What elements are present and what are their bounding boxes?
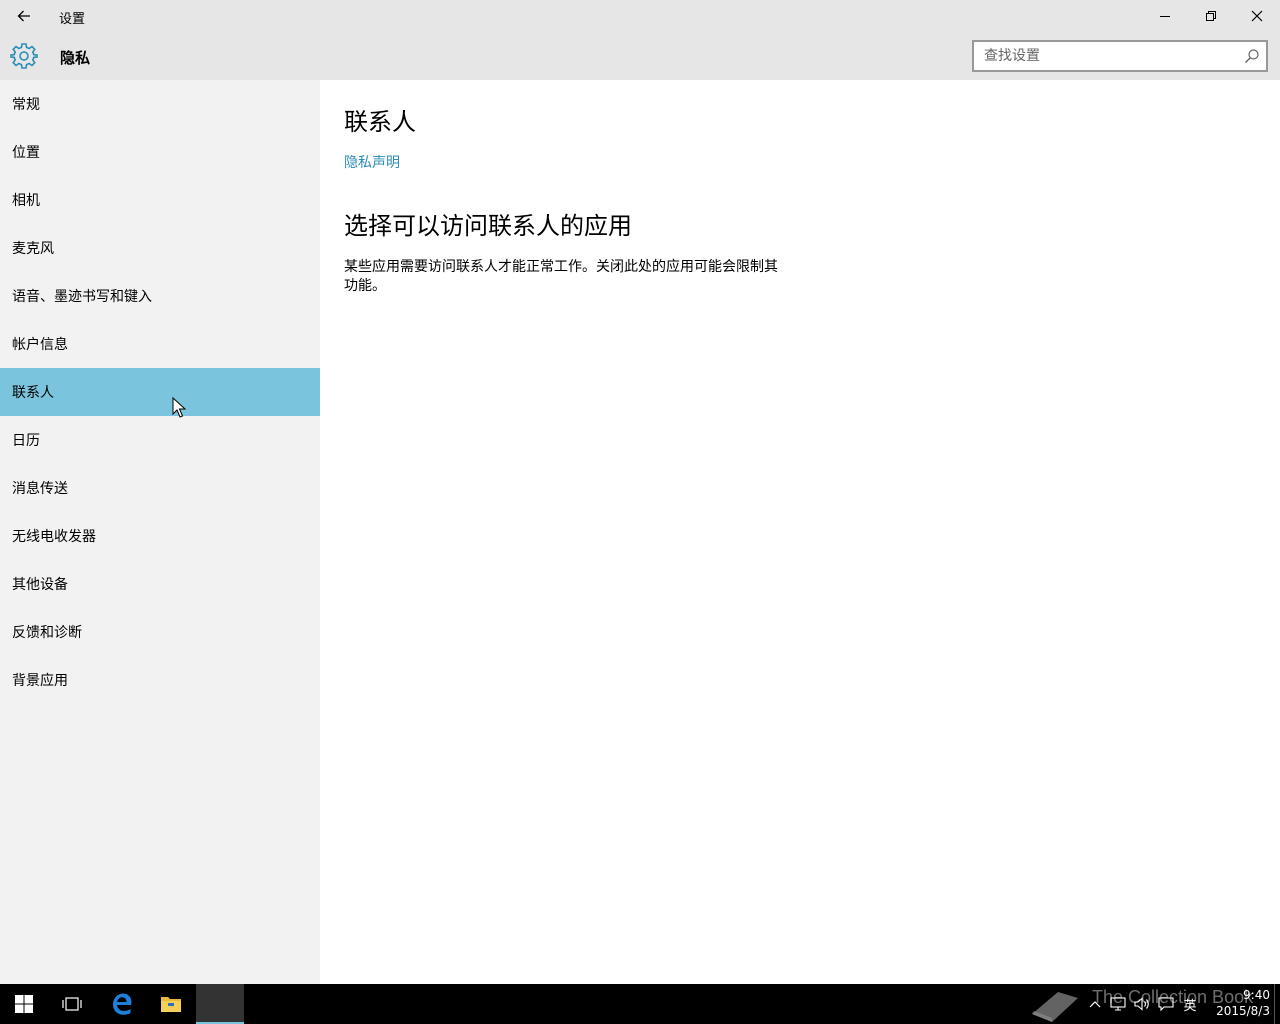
search-box[interactable] <box>972 40 1268 72</box>
sidebar-item-label: 消息传送 <box>12 481 68 497</box>
clock-time: 9:40 <box>1243 988 1270 1002</box>
sidebar-item-messaging[interactable]: 消息传送 <box>0 464 320 512</box>
search-input[interactable] <box>974 42 1234 70</box>
sidebar-item-label: 相机 <box>12 193 40 209</box>
sidebar-item-contacts[interactable]: 联系人 <box>0 368 320 416</box>
section-description: 某些应用需要访问联系人才能正常工作。关闭此处的应用可能会限制其功能。 <box>344 259 778 294</box>
sidebar-item-general[interactable]: 常规 <box>0 80 320 128</box>
sidebar-item-label: 语音、墨迹书写和键入 <box>12 289 152 305</box>
network-button[interactable] <box>1106 984 1130 1024</box>
close-button[interactable] <box>1234 0 1280 32</box>
network-icon <box>1110 997 1126 1011</box>
section-heading: 选择可以访问联系人的应用 <box>344 212 632 240</box>
page-section-title: 隐私 <box>60 49 91 67</box>
file-explorer-taskbar-button[interactable] <box>147 984 195 1024</box>
restore-button[interactable] <box>1188 0 1234 32</box>
settings-header: 隐私 <box>0 32 1280 80</box>
sidebar-item-calendar[interactable]: 日历 <box>0 416 320 464</box>
chevron-up-icon <box>1089 1001 1101 1008</box>
back-button[interactable] <box>0 0 48 32</box>
sidebar-item-radios[interactable]: 无线电收发器 <box>0 512 320 560</box>
page-title: 联系人 <box>344 108 416 136</box>
sidebar-item-speech-inking-typing[interactable]: 语音、墨迹书写和键入 <box>0 272 320 320</box>
search-icon[interactable] <box>1244 48 1260 64</box>
sidebar-item-label: 背景应用 <box>12 673 68 689</box>
sidebar: 常规 位置 相机 麦克风 语音、墨迹书写和键入 帐户信息 联系人 日历 消息传送… <box>0 80 320 984</box>
show-hidden-icons-button[interactable] <box>1086 984 1104 1024</box>
volume-icon <box>1134 997 1149 1011</box>
settings-taskbar-button[interactable] <box>196 984 244 1024</box>
sidebar-item-label: 反馈和诊断 <box>12 625 82 641</box>
privacy-statement-link[interactable]: 隐私声明 <box>344 152 400 172</box>
restore-icon <box>1206 11 1216 21</box>
sidebar-item-label: 麦克风 <box>12 241 54 257</box>
sidebar-item-label: 常规 <box>12 97 40 113</box>
task-view-button[interactable] <box>48 984 96 1024</box>
clock[interactable]: 9:40 2015/8/3 <box>1208 987 1270 1019</box>
title-bar: 设置 <box>0 0 1280 32</box>
sidebar-item-label: 帐户信息 <box>12 337 68 353</box>
task-view-icon <box>62 997 82 1011</box>
input-method-indicator[interactable]: 英 <box>1180 984 1200 1024</box>
sidebar-item-location[interactable]: 位置 <box>0 128 320 176</box>
notification-icon <box>1158 997 1174 1011</box>
sidebar-item-other-devices[interactable]: 其他设备 <box>0 560 320 608</box>
sidebar-item-account-info[interactable]: 帐户信息 <box>0 320 320 368</box>
sidebar-item-label: 位置 <box>12 145 40 161</box>
action-center-button[interactable] <box>1154 984 1178 1024</box>
minimize-button[interactable] <box>1142 0 1188 32</box>
show-desktop-button[interactable] <box>1274 984 1275 1024</box>
clock-date: 2015/8/3 <box>1216 1004 1270 1018</box>
taskbar: The Collection Book 英 9:40 2015/8/3 <box>0 984 1280 1024</box>
start-button[interactable] <box>0 984 48 1024</box>
sidebar-item-camera[interactable]: 相机 <box>0 176 320 224</box>
sidebar-item-feedback-diagnostics[interactable]: 反馈和诊断 <box>0 608 320 656</box>
gear-icon <box>10 43 38 69</box>
volume-button[interactable] <box>1130 984 1154 1024</box>
sidebar-item-label: 联系人 <box>12 385 54 401</box>
sidebar-item-label: 日历 <box>12 433 40 449</box>
sidebar-item-label: 无线电收发器 <box>12 529 96 545</box>
window-title: 设置 <box>59 12 86 27</box>
main-content: 联系人 隐私声明 选择可以访问联系人的应用 某些应用需要访问联系人才能正常工作。… <box>320 80 1280 984</box>
watermark-book-icon <box>1032 992 1078 1022</box>
sidebar-item-background-apps[interactable]: 背景应用 <box>0 656 320 704</box>
start-icon <box>15 995 33 1013</box>
close-icon <box>1251 10 1263 22</box>
file-explorer-icon <box>161 997 181 1012</box>
edge-icon <box>113 993 132 1015</box>
sidebar-item-label: 其他设备 <box>12 577 68 593</box>
minimize-icon <box>1160 16 1170 17</box>
edge-taskbar-button[interactable] <box>98 984 146 1024</box>
back-icon <box>17 10 30 22</box>
mouse-cursor-icon <box>172 397 186 418</box>
sidebar-item-microphone[interactable]: 麦克风 <box>0 224 320 272</box>
